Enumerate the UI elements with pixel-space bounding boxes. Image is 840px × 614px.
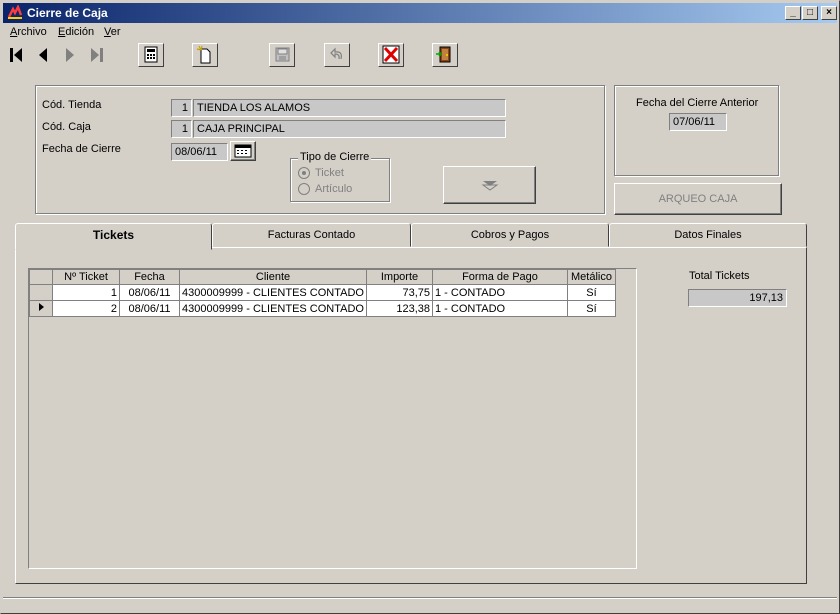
current-row-arrow-icon bbox=[39, 303, 44, 311]
cod-caja-number[interactable]: 1 bbox=[171, 120, 192, 138]
cod-tienda-label: Cód. Tienda bbox=[42, 99, 102, 111]
cell-numero[interactable]: 2 bbox=[52, 300, 120, 317]
table-row[interactable]: 2 08/06/11 4300009999 - CLIENTES CONTADO… bbox=[29, 300, 616, 317]
cell-importe[interactable]: 123,38 bbox=[366, 300, 433, 317]
tipo-articulo-radio[interactable] bbox=[298, 183, 310, 195]
expand-button[interactable] bbox=[443, 166, 536, 204]
first-record-icon[interactable] bbox=[5, 43, 27, 67]
calculator-button[interactable] bbox=[138, 43, 164, 67]
cod-tienda-number[interactable]: 1 bbox=[171, 99, 192, 117]
cod-tienda-name[interactable]: TIENDA LOS ALAMOS bbox=[193, 99, 506, 117]
cod-caja-label: Cód. Caja bbox=[42, 121, 91, 133]
delete-button[interactable] bbox=[378, 43, 404, 67]
previous-record-icon[interactable] bbox=[32, 43, 54, 67]
tab-datos-finales[interactable]: Datos Finales bbox=[609, 223, 807, 247]
calendar-button[interactable] bbox=[230, 141, 256, 161]
fecha-anterior-field[interactable]: 07/06/11 bbox=[669, 113, 727, 131]
maximize-button[interactable]: □ bbox=[802, 6, 818, 20]
arqueo-caja-button[interactable]: ARQUEO CAJA bbox=[614, 183, 782, 215]
total-tickets-label: Total Tickets bbox=[689, 270, 750, 282]
title-bar[interactable]: Cierre de Caja _ □ × bbox=[3, 3, 837, 23]
undo-icon bbox=[330, 47, 342, 60]
column-header-metalico[interactable]: Metálico bbox=[567, 269, 616, 285]
tickets-table: Nº Ticket Fecha Cliente Importe Forma de… bbox=[29, 269, 616, 317]
save-button[interactable] bbox=[269, 43, 295, 67]
cell-metalico[interactable]: Sí bbox=[567, 300, 616, 317]
minimize-button[interactable]: _ bbox=[785, 6, 801, 20]
column-header-fecha[interactable]: Fecha bbox=[119, 269, 180, 285]
table-row[interactable]: 1 08/06/11 4300009999 - CLIENTES CONTADO… bbox=[29, 284, 616, 301]
cell-forma-pago[interactable]: 1 - CONTADO bbox=[432, 284, 568, 301]
row-indicator[interactable] bbox=[29, 300, 53, 317]
cell-numero[interactable]: 1 bbox=[52, 284, 120, 301]
menu-bar: Archivo Edición Ver bbox=[3, 24, 837, 41]
cell-metalico[interactable]: Sí bbox=[567, 284, 616, 301]
cell-cliente[interactable]: 4300009999 - CLIENTES CONTADO bbox=[179, 284, 367, 301]
tipo-articulo-label: Artículo bbox=[315, 183, 353, 195]
fecha-cierre-field[interactable]: 08/06/11 bbox=[171, 143, 228, 161]
table-header-row: Nº Ticket Fecha Cliente Importe Forma de… bbox=[29, 269, 616, 285]
tab-facturas-contado[interactable]: Facturas Contado bbox=[212, 223, 411, 247]
column-header-forma-pago[interactable]: Forma de Pago bbox=[432, 269, 568, 285]
column-header-cliente[interactable]: Cliente bbox=[179, 269, 367, 285]
fecha-cierre-label: Fecha de Cierre bbox=[42, 143, 121, 155]
tickets-grid[interactable]: Nº Ticket Fecha Cliente Importe Forma de… bbox=[28, 268, 637, 569]
row-indicator[interactable] bbox=[29, 284, 53, 301]
status-bar bbox=[3, 597, 837, 611]
main-window: Cierre de Caja _ □ × Archivo Edición Ver bbox=[0, 0, 840, 614]
tipo-ticket-label: Ticket bbox=[315, 167, 344, 179]
menu-ver[interactable]: Ver bbox=[104, 26, 121, 38]
cell-fecha[interactable]: 08/06/11 bbox=[119, 300, 180, 317]
undo-button[interactable] bbox=[324, 43, 350, 67]
exit-button[interactable] bbox=[432, 43, 458, 67]
cell-fecha[interactable]: 08/06/11 bbox=[119, 284, 180, 301]
tipo-cierre-group bbox=[290, 158, 390, 202]
cell-importe[interactable]: 73,75 bbox=[366, 284, 433, 301]
new-record-button[interactable] bbox=[192, 43, 218, 67]
cell-cliente[interactable]: 4300009999 - CLIENTES CONTADO bbox=[179, 300, 367, 317]
tab-cobros-y-pagos[interactable]: Cobros y Pagos bbox=[411, 223, 609, 247]
calculator-icon bbox=[144, 46, 158, 63]
last-record-icon[interactable] bbox=[86, 43, 108, 67]
tipo-ticket-radio[interactable] bbox=[298, 167, 310, 179]
window-title: Cierre de Caja bbox=[27, 6, 108, 20]
next-record-icon[interactable] bbox=[59, 43, 81, 67]
calendar-icon bbox=[234, 144, 252, 158]
menu-edicion[interactable]: Edición bbox=[58, 26, 94, 38]
save-icon bbox=[275, 47, 290, 62]
column-header-numero[interactable]: Nº Ticket bbox=[52, 269, 120, 285]
delete-icon bbox=[382, 45, 400, 64]
tipo-cierre-label: Tipo de Cierre bbox=[298, 151, 372, 163]
total-tickets-field[interactable]: 197,13 bbox=[688, 289, 787, 307]
app-icon bbox=[7, 5, 23, 19]
fecha-anterior-label: Fecha del Cierre Anterior bbox=[636, 97, 759, 109]
new-document-icon bbox=[196, 45, 211, 64]
double-chevron-down-icon bbox=[481, 181, 499, 191]
close-button[interactable]: × bbox=[821, 6, 837, 20]
exit-door-icon bbox=[436, 46, 451, 63]
cell-forma-pago[interactable]: 1 - CONTADO bbox=[432, 300, 568, 317]
tab-tickets[interactable]: Tickets bbox=[15, 223, 212, 250]
menu-archivo[interactable]: Archivo bbox=[10, 26, 47, 38]
column-header-importe[interactable]: Importe bbox=[366, 269, 433, 285]
cod-caja-name[interactable]: CAJA PRINCIPAL bbox=[193, 120, 506, 138]
row-indicator-header bbox=[29, 269, 53, 285]
